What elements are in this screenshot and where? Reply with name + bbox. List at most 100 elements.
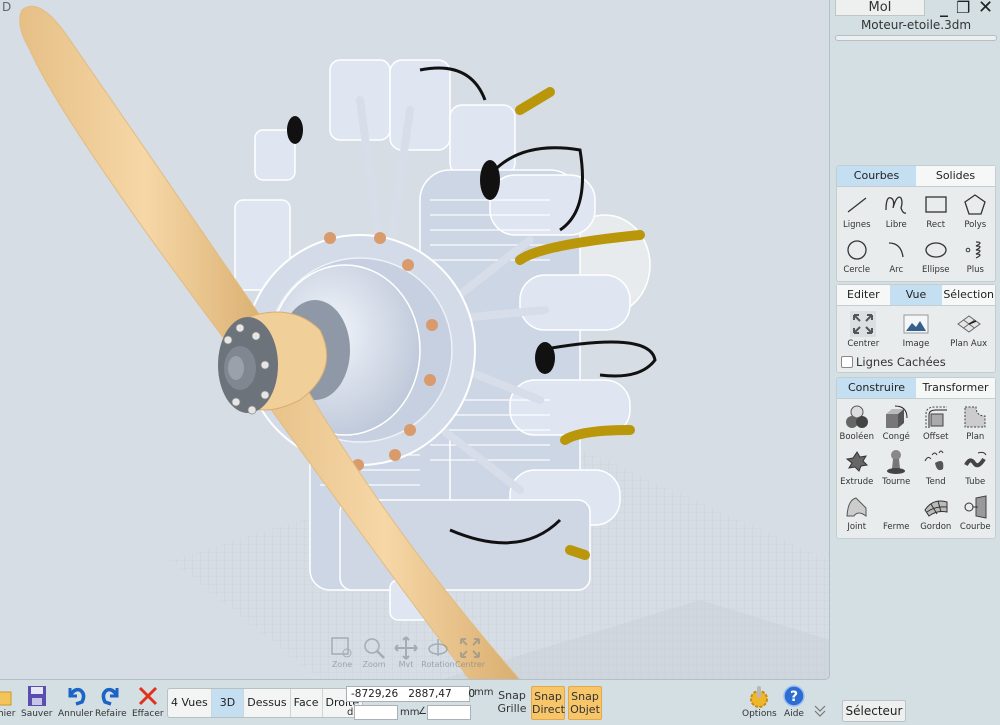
tool-arc[interactable]: Arc — [877, 234, 917, 279]
coordinate-input[interactable]: -8729,26 2887,47 0 — [346, 686, 475, 702]
moi-menu-button[interactable]: MoI — [835, 0, 925, 16]
tool-label: Extrude — [840, 477, 874, 487]
view-selector: 4 Vues 3D Dessus Face Droite — [167, 688, 364, 718]
undo-label: Annuler — [58, 709, 94, 719]
undo-button[interactable]: Annuler — [58, 684, 93, 719]
options-button[interactable]: Options — [742, 684, 777, 719]
tool-label: Booléen — [839, 432, 874, 442]
tool-courbe[interactable]: Courbe — [956, 491, 996, 536]
tool-label: Cercle — [843, 265, 871, 275]
undo-icon — [67, 687, 85, 706]
nav-zoom-button[interactable]: Zoom — [359, 636, 389, 669]
help-button[interactable]: ? Aide — [782, 684, 806, 719]
view-4-vues[interactable]: 4 Vues — [168, 689, 212, 717]
snap-objet-toggle[interactable]: Snap Objet — [568, 686, 602, 720]
selector-button[interactable]: Sélecteur — [842, 700, 906, 722]
hidden-lines-checkbox[interactable] — [841, 356, 853, 368]
close-button[interactable]: ✕ — [978, 0, 993, 17]
tool-label: Gordon — [920, 522, 952, 532]
tool-polys[interactable]: Polys — [956, 189, 996, 234]
nav-zone-button[interactable]: Zone — [327, 636, 357, 669]
delete-label: Effacer — [132, 709, 164, 719]
tool-offset[interactable]: Offset — [916, 401, 956, 446]
view-3d[interactable]: 3D — [211, 689, 245, 717]
zoom-icon — [364, 638, 385, 659]
nav-center-button[interactable]: Centrer — [455, 636, 485, 669]
circle-icon — [847, 240, 867, 260]
tab-selection[interactable]: Sélection — [942, 285, 996, 305]
minimize-button[interactable]: _ — [940, 0, 948, 16]
tool-tube[interactable]: Tube — [956, 446, 996, 491]
bottom-toolbar: Fichier Sauver Annuler Refaire Effacer 4… — [0, 681, 1000, 725]
delete-button[interactable]: Effacer — [132, 684, 164, 719]
folder-icon — [0, 691, 12, 706]
tool-centrer[interactable]: Centrer — [837, 308, 890, 353]
construct-panel: Construire Transformer Booléen Congé Off… — [836, 377, 996, 539]
polygon-icon — [964, 194, 987, 215]
3d-viewport[interactable]: D Zone Zoom Mvt Rotation Centrer — [0, 0, 830, 680]
ellipse-icon — [925, 242, 947, 258]
viewport-label: D — [2, 0, 12, 14]
tool-ferme[interactable]: Ferme — [877, 491, 917, 536]
tab-construire[interactable]: Construire — [837, 378, 916, 398]
progress-bar — [835, 35, 997, 41]
coord-unit: mm — [474, 687, 494, 698]
helix-icon — [965, 241, 981, 259]
nav-rotate-button[interactable]: Rotation — [421, 636, 455, 669]
delete-icon — [138, 686, 157, 706]
tool-plan-aux[interactable]: Plan Aux — [942, 308, 995, 353]
snap-grille-toggle[interactable]: Snap Grille — [495, 686, 529, 720]
help-label: Aide — [784, 709, 804, 719]
redo-button[interactable]: Refaire — [95, 684, 127, 719]
tool-cercle[interactable]: Cercle — [837, 234, 877, 279]
tool-label: Ellipse — [921, 265, 950, 275]
tool-plan[interactable]: Plan — [956, 401, 996, 446]
tool-joint[interactable]: Joint — [837, 491, 877, 536]
freeform-curve-icon — [885, 196, 907, 214]
extrude-icon — [845, 451, 868, 472]
tool-booleen[interactable]: Booléen — [837, 401, 877, 446]
nav-zoom-label: Zoom — [362, 660, 386, 669]
snap-direct-toggle[interactable]: Snap Direct — [531, 686, 565, 720]
view-face[interactable]: Face — [291, 689, 323, 717]
hidden-lines-toggle[interactable]: Lignes Cachées — [837, 355, 995, 372]
construction-plane-icon — [956, 315, 981, 333]
tab-editer[interactable]: Editer — [837, 285, 890, 305]
tool-extrude[interactable]: Extrude — [837, 446, 877, 491]
double-chevron-down-icon[interactable] — [812, 703, 828, 719]
propeller-blade-upper — [19, 5, 271, 361]
tool-gordon[interactable]: Gordon — [916, 491, 956, 536]
tool-libre[interactable]: Libre — [877, 189, 917, 234]
restore-button[interactable]: ❐ — [956, 0, 970, 16]
tool-conge[interactable]: Congé — [877, 401, 917, 446]
tool-rect[interactable]: Rect — [916, 189, 956, 234]
nav-pan-button[interactable]: Mvt — [391, 636, 421, 669]
project-curve-icon — [964, 495, 987, 519]
save-button[interactable]: Sauver — [21, 684, 53, 719]
hidden-lines-label: Lignes Cachées — [856, 355, 946, 369]
tool-label: Lignes — [842, 220, 871, 230]
tool-ellipse[interactable]: Ellipse — [916, 234, 956, 279]
angle-input[interactable] — [427, 705, 471, 720]
tool-tend[interactable]: Tend — [916, 446, 956, 491]
tab-transformer[interactable]: Transformer — [916, 378, 995, 398]
tab-solides[interactable]: Solides — [916, 166, 995, 186]
tool-label: Joint — [847, 522, 867, 532]
tool-lignes[interactable]: Lignes — [837, 189, 877, 234]
coord-x: -8729,26 — [351, 688, 399, 700]
angle-symbol: ∠ — [418, 706, 427, 717]
zone-zoom-icon — [331, 637, 352, 658]
open-file-button[interactable]: Fichier — [0, 684, 15, 719]
tool-tourne[interactable]: Tourne — [877, 446, 917, 491]
arc-icon — [889, 242, 904, 258]
tool-plus[interactable]: Plus — [956, 234, 996, 279]
distance-input[interactable] — [354, 705, 398, 720]
tool-label: Centrer — [847, 339, 880, 349]
view-dessus[interactable]: Dessus — [244, 689, 291, 717]
center-icon — [460, 638, 480, 658]
tool-image[interactable]: Image — [890, 308, 943, 353]
blend-icon — [846, 497, 867, 517]
help-icon: ? — [783, 685, 805, 707]
tab-vue[interactable]: Vue — [889, 285, 943, 305]
tab-courbes[interactable]: Courbes — [837, 166, 916, 186]
